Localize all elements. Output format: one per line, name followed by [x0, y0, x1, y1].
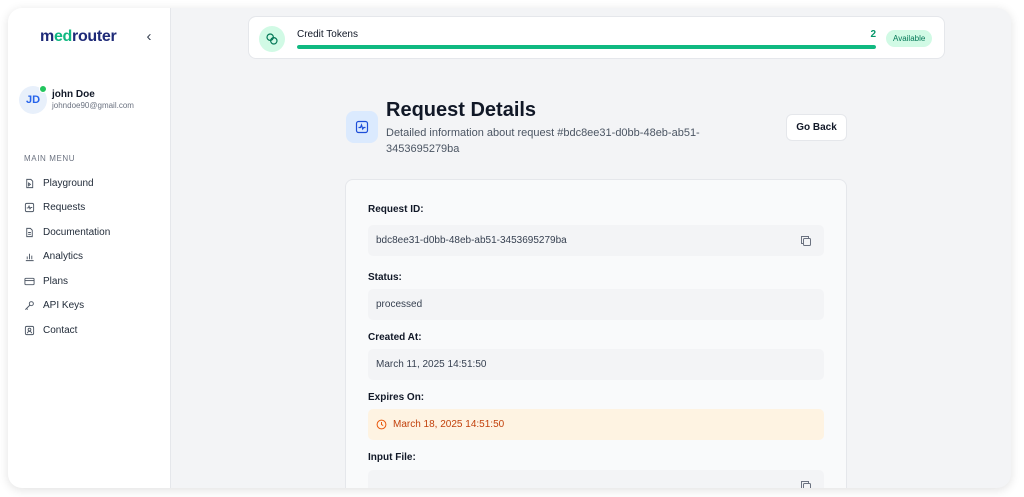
copy-icon[interactable] — [800, 235, 812, 247]
status-label: Status: — [368, 272, 402, 283]
credit-card-icon — [24, 277, 35, 285]
sidebar-item-label: Contact — [43, 324, 78, 336]
sidebar-item-documentation[interactable]: Documentation — [24, 220, 164, 245]
credit-count: 2 — [870, 29, 876, 40]
sidebar-item-api-keys[interactable]: API Keys — [24, 294, 164, 319]
status-value: processed — [376, 299, 423, 310]
chevron-left-icon[interactable]: ‹ — [142, 28, 156, 46]
status-field: processed — [368, 289, 824, 320]
contact-icon — [24, 325, 35, 335]
status-badge: Available — [886, 30, 933, 47]
created-at-label: Created At: — [368, 332, 422, 343]
sidebar-item-label: Playground — [43, 177, 94, 189]
sidebar-item-label: Requests — [43, 202, 86, 214]
request-id-value: bdc8ee31-d0bb-48eb-ab51-3453695279ba — [376, 235, 567, 246]
page-subtitle: Detailed information about request #bdc8… — [386, 127, 700, 155]
expires-on-label: Expires On: — [368, 392, 425, 403]
sidebar-item-requests[interactable]: Requests — [24, 196, 164, 221]
coins-icon — [259, 26, 285, 52]
bar-chart-icon — [25, 254, 34, 262]
app-window: medrouter ‹ JD john Doe johndoe90@gmail.… — [8, 8, 1011, 488]
credit-progress-track — [297, 45, 876, 49]
expires-on-field: March 18, 2025 14:51:50 — [368, 409, 824, 440]
input-file-label: Input File: — [368, 452, 416, 463]
user-profile[interactable]: JD john Doe johndoe90@gmail.com — [19, 85, 164, 118]
sidebar-item-label: Analytics — [43, 251, 84, 263]
sidebar-item-label: Documentation — [43, 226, 111, 238]
requests-icon — [24, 203, 35, 213]
menu-section-title: MAIN MENU — [24, 154, 76, 163]
user-email: johndoe90@gmail.com — [52, 101, 134, 110]
sidebar-item-plans[interactable]: Plans — [24, 269, 164, 294]
created-at-field: March 11, 2025 14:51:50 — [368, 349, 824, 380]
credit-tokens-banner: Credit Tokens 2 Available — [248, 16, 945, 59]
input-file-field — [368, 470, 824, 488]
request-id-field: bdc8ee31-d0bb-48eb-ab51-3453695279ba — [368, 225, 824, 256]
page-title: Request Details — [386, 99, 537, 121]
clock-icon — [376, 419, 387, 430]
sidebar: medrouter ‹ JD john Doe johndoe90@gmail.… — [8, 8, 171, 488]
request-details-card: Request ID: bdc8ee31-d0bb-48eb-ab51-3453… — [345, 179, 847, 488]
expires-on-value: March 18, 2025 14:51:50 — [393, 419, 505, 430]
go-back-button[interactable]: Go Back — [786, 114, 847, 141]
document-icon — [26, 227, 33, 237]
playground-icon — [26, 178, 34, 188]
credit-title: Credit Tokens — [297, 29, 358, 40]
main-menu: Playground Requests Documentation Analyt… — [24, 171, 164, 343]
user-name: john Doe — [52, 89, 95, 100]
sidebar-item-playground[interactable]: Playground — [24, 171, 164, 196]
credit-progress-fill — [297, 45, 876, 49]
sidebar-item-label: Plans — [43, 275, 69, 287]
logo[interactable]: medrouter — [40, 28, 117, 46]
key-icon — [25, 301, 34, 311]
created-at-value: March 11, 2025 14:51:50 — [376, 359, 487, 370]
request-id-label: Request ID: — [368, 204, 424, 215]
activity-icon — [346, 111, 378, 143]
copy-icon[interactable] — [800, 480, 812, 488]
sidebar-item-label: API Keys — [43, 300, 85, 312]
sidebar-item-analytics[interactable]: Analytics — [24, 245, 164, 270]
sidebar-item-contact[interactable]: Contact — [24, 318, 164, 343]
online-status-dot — [39, 85, 47, 93]
